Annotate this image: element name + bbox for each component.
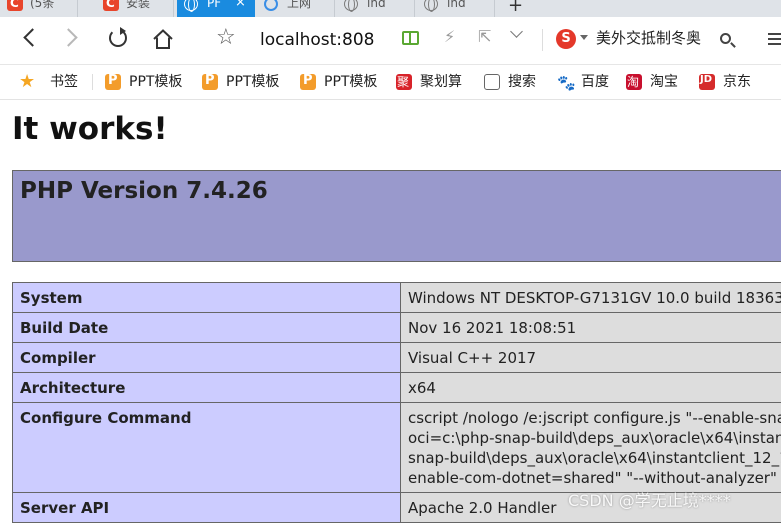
row-key: System [13, 283, 401, 313]
row-value: Nov 16 2021 18:08:51 [401, 313, 781, 343]
back-arrow-icon[interactable] [22, 29, 36, 43]
forward-arrow-icon[interactable] [64, 29, 78, 43]
taobao-icon [626, 74, 642, 90]
chevron-down-icon[interactable] [512, 30, 522, 40]
tab-label: 上网 [287, 0, 311, 8]
row-value: cscript /nologo /e:jscript configure.js … [401, 403, 781, 493]
bookmark-label: PPT模板 [324, 73, 377, 91]
tab-label: (5条 [30, 0, 54, 8]
tab-strip: (5条 安装 PF × 上网 ind ind + [0, 0, 781, 17]
row-key: Server API [13, 493, 401, 523]
row-value-line: oci=c:\php-snap-build\deps_aux\oracle\x6… [408, 428, 781, 448]
php-version-header: PHP Version 7.4.26 [12, 170, 781, 262]
bookmark-label: 搜索 [508, 73, 536, 91]
ppt-icon [202, 74, 218, 90]
globe-icon [344, 0, 358, 11]
share-icon[interactable]: ⇱ [478, 27, 491, 46]
address-bar-url[interactable]: localhost:8088 [260, 30, 375, 50]
menu-icon[interactable] [768, 33, 781, 45]
baidu-paw-icon: 🐾 [557, 74, 573, 90]
row-key: Compiler [13, 343, 401, 373]
star-icon: ★ [19, 74, 35, 90]
csdn-watermark: CSDN @学无止境**** [568, 487, 731, 511]
row-value: Visual C++ 2017 [401, 343, 781, 373]
jd-icon [699, 74, 715, 90]
bookmark-label: 京东 [723, 73, 751, 91]
sogou-search-icon[interactable]: S [556, 29, 576, 49]
juhuasuan-icon [396, 74, 412, 90]
tab-edge[interactable]: 上网 [257, 0, 335, 17]
bookmark-label: 淘宝 [650, 73, 678, 91]
ppt-icon [105, 74, 121, 90]
row-value-line: enable-com-dotnet=shared" "--without-ana… [408, 468, 781, 488]
tab-label: 安装 [126, 0, 150, 8]
toolbar-divider [542, 29, 543, 51]
tab-index-1[interactable]: ind [337, 0, 415, 17]
tab-label: ind [447, 0, 466, 8]
bookmark-label: 书签 [50, 73, 78, 91]
table-row: System Windows NT DESKTOP-G7131GV 10.0 bu… [13, 283, 781, 313]
globe-icon [184, 0, 198, 11]
new-tab-button[interactable]: + [508, 0, 523, 16]
reload-icon[interactable] [109, 29, 127, 47]
csdn-icon [103, 0, 119, 11]
row-value-line: Visual C++ 2017 [408, 348, 781, 368]
row-value-line: Windows NT DESKTOP-G7131GV 10.0 build 18… [408, 288, 781, 308]
row-key: Build Date [13, 313, 401, 343]
globe-icon [424, 0, 438, 11]
dropdown-arrow-icon[interactable] [580, 35, 588, 40]
row-value: x64 [401, 373, 781, 403]
tab-index-2[interactable]: ind [417, 0, 495, 17]
search-input[interactable]: 美外交抵制冬奥 [596, 27, 701, 48]
bookmark-label: 聚划算 [420, 73, 462, 91]
lightning-icon[interactable]: ⚡ [444, 27, 455, 46]
close-icon[interactable]: × [235, 0, 246, 8]
row-value-line: cscript /nologo /e:jscript configure.js … [408, 408, 781, 428]
tab-csdn-1[interactable]: (5条 [0, 0, 78, 17]
row-value-line: x64 [408, 378, 781, 398]
csdn-icon [7, 0, 23, 11]
bookmark-label: PPT模板 [226, 73, 279, 91]
page-heading: It works! [12, 111, 168, 147]
tab-csdn-2[interactable]: 安装 [96, 0, 174, 17]
bookmarks-bar: ★ 书签 PPT模板 PPT模板 PPT模板 聚划算 搜索 🐾 百度 淘宝 京东 [0, 65, 781, 100]
table-row: Build Date Nov 16 2021 18:08:51 [13, 313, 781, 343]
bookmark-label: 百度 [581, 73, 609, 91]
bookmark-star-icon[interactable]: ☆ [216, 25, 236, 50]
table-row: Compiler Visual C++ 2017 [13, 343, 781, 373]
reader-book-icon[interactable] [402, 31, 419, 45]
search-icon[interactable] [720, 33, 731, 44]
ppt-icon [300, 74, 316, 90]
row-value-line: Nov 16 2021 18:08:51 [408, 318, 781, 338]
bookmark-label: PPT模板 [129, 73, 182, 91]
tab-label: PF [207, 0, 221, 8]
tab-label: ind [367, 0, 386, 8]
globe-icon [484, 74, 500, 90]
home-icon[interactable] [152, 28, 174, 50]
php-version-title: PHP Version 7.4.26 [20, 178, 268, 204]
row-value-line: snap-build\deps_aux\oracle\x64\instantcl… [408, 448, 781, 468]
row-key: Configure Command [13, 403, 401, 493]
edge-icon [264, 0, 278, 11]
table-row: Architecture x64 [13, 373, 781, 403]
bookmark-divider [92, 74, 93, 90]
toolbar: ☆ localhost:8088 ⚡ ⇱ S 美外交抵制冬奥 [0, 17, 781, 65]
row-value: Windows NT DESKTOP-G7131GV 10.0 build 18… [401, 283, 781, 313]
tab-php-active[interactable]: PF × [177, 0, 255, 17]
row-key: Architecture [13, 373, 401, 403]
table-row: Configure Command cscript /nologo /e:jscr… [13, 403, 781, 493]
